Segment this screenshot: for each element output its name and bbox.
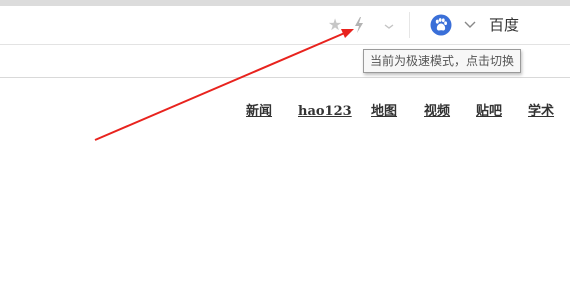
nav-link-tieba[interactable]: 贴吧 xyxy=(476,103,502,121)
baidu-paw-icon[interactable] xyxy=(430,14,452,36)
speed-mode-tooltip: 当前为极速模式，点击切换 xyxy=(363,49,522,73)
chevron-down-icon[interactable] xyxy=(463,17,477,31)
nav-link-academic[interactable]: 学术 xyxy=(528,103,554,121)
nav-link-news[interactable]: 新闻 xyxy=(246,103,272,121)
nav-link-map[interactable]: 地图 xyxy=(371,103,397,121)
nav-link-hao123[interactable]: hao123 xyxy=(298,103,352,121)
nav-link-video[interactable]: 视频 xyxy=(424,103,450,121)
toolbar-divider xyxy=(409,12,410,38)
browser-page: ★ 百度 当前为极速模式，点击切换 新闻 hao123 地图 视频 贴吧 学术 xyxy=(0,0,570,304)
star-icon[interactable]: ★ xyxy=(326,16,344,34)
search-engine-name[interactable]: 百度 xyxy=(489,15,519,35)
chevron-down-icon[interactable] xyxy=(382,16,396,34)
bolt-icon[interactable] xyxy=(352,16,366,34)
browser-toolbar: ★ 百度 xyxy=(0,6,570,45)
